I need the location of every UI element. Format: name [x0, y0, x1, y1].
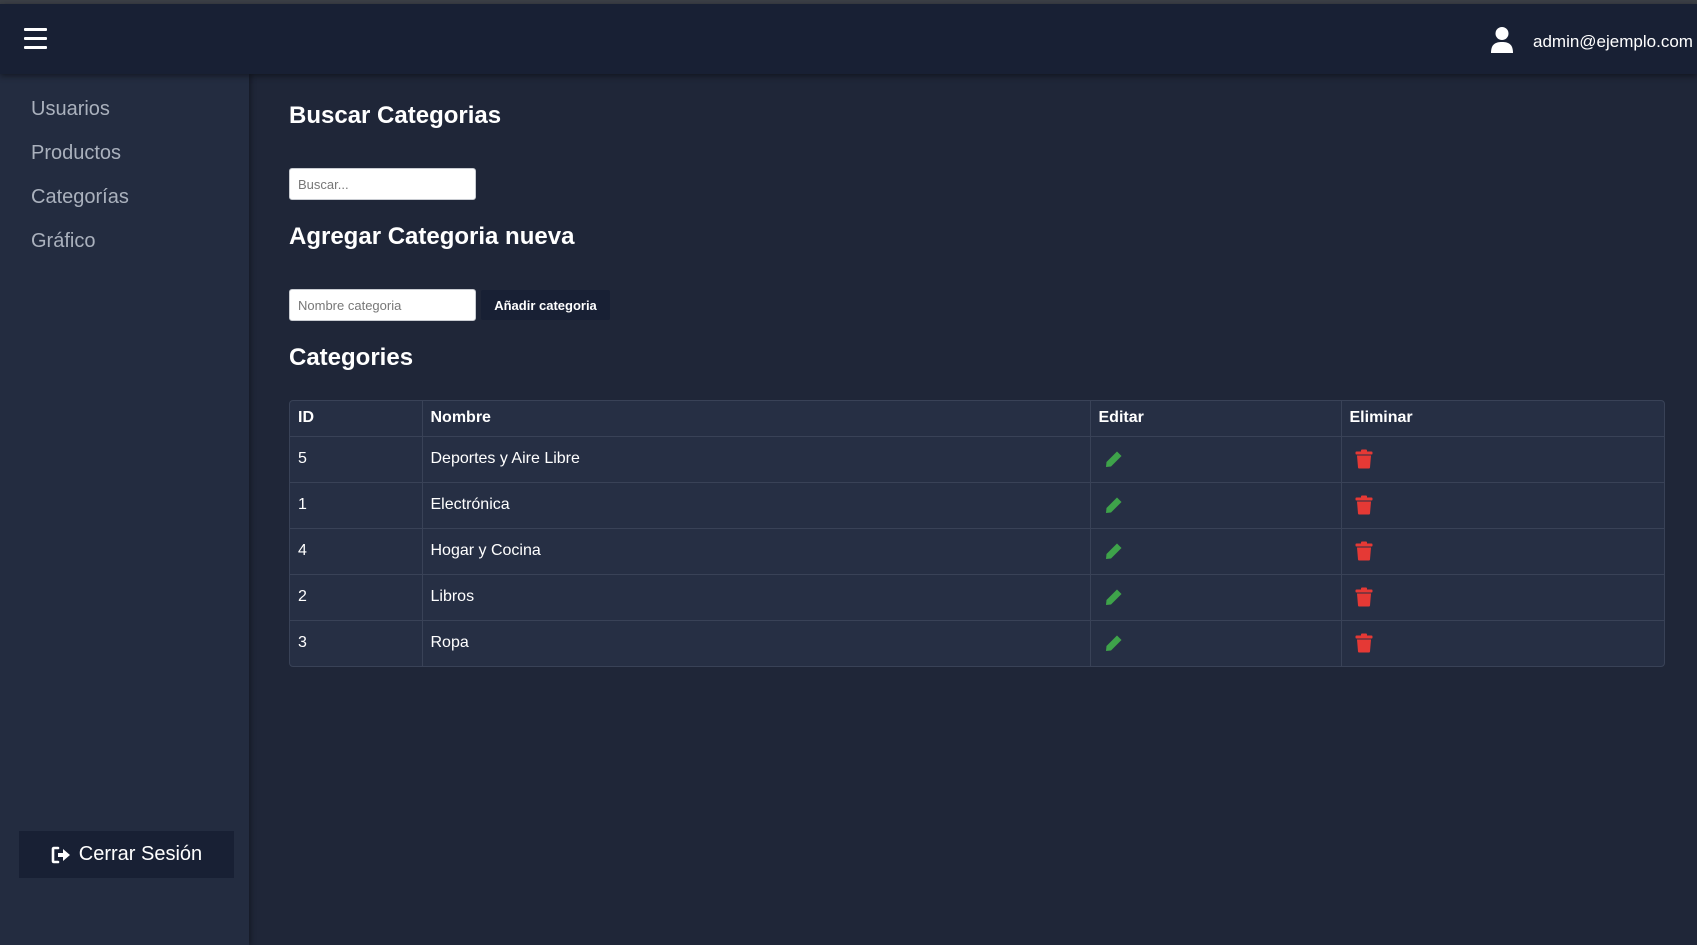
cell-nombre: Deportes y Aire Libre — [422, 436, 1091, 483]
sidebar-item-productos[interactable]: Productos — [31, 142, 121, 165]
cell-edit — [1090, 574, 1342, 621]
cell-edit — [1090, 436, 1342, 483]
table-row: 5 Deportes y Aire Libre — [290, 436, 1664, 483]
cell-nombre: Hogar y Cocina — [422, 528, 1091, 575]
table-row: 3 Ropa — [290, 620, 1664, 666]
sign-out-icon — [51, 846, 70, 863]
category-name-input[interactable] — [289, 289, 476, 321]
sidebar: Usuarios Productos Categorías Gráfico Ce… — [0, 74, 249, 945]
sidebar-item-grafico[interactable]: Gráfico — [31, 230, 95, 253]
add-category-button[interactable]: Añadir categoria — [481, 290, 610, 320]
sidebar-item-categorias[interactable]: Categorías — [31, 186, 129, 209]
cell-id: 2 — [290, 574, 423, 621]
user-icon[interactable] — [1490, 26, 1514, 54]
categories-table-title: Categories — [289, 344, 414, 371]
trash-icon[interactable] — [1355, 587, 1373, 607]
table-header-row: ID Nombre Editar Eliminar — [290, 401, 1664, 437]
trash-icon[interactable] — [1355, 495, 1373, 515]
table-row: 4 Hogar y Cocina — [290, 528, 1664, 575]
cell-delete — [1341, 436, 1664, 483]
cell-delete — [1341, 620, 1664, 666]
logout-button[interactable]: Cerrar Sesión — [19, 831, 234, 878]
pencil-icon[interactable] — [1104, 495, 1124, 515]
table-row: 1 Electrónica — [290, 482, 1664, 529]
column-header-nombre: Nombre — [422, 401, 1091, 437]
trash-icon[interactable] — [1355, 633, 1373, 653]
cell-id: 4 — [290, 528, 423, 575]
main-content: Buscar Categorias Agregar Categoria nuev… — [249, 74, 1697, 945]
cell-edit — [1090, 620, 1342, 666]
cell-nombre: Libros — [422, 574, 1091, 621]
sidebar-item-usuarios[interactable]: Usuarios — [31, 98, 110, 121]
cell-delete — [1341, 574, 1664, 621]
user-email[interactable]: admin@ejemplo.com — [1533, 32, 1693, 52]
pencil-icon[interactable] — [1104, 633, 1124, 653]
search-section-title: Buscar Categorias — [289, 102, 502, 129]
hamburger-menu-icon[interactable] — [24, 28, 47, 49]
pencil-icon[interactable] — [1104, 587, 1124, 607]
cell-delete — [1341, 482, 1664, 529]
cell-id: 3 — [290, 620, 423, 666]
table-row: 2 Libros — [290, 574, 1664, 621]
column-header-id: ID — [290, 401, 423, 437]
trash-icon[interactable] — [1355, 449, 1373, 469]
cell-id: 1 — [290, 482, 423, 529]
column-header-editar: Editar — [1090, 401, 1342, 437]
pencil-icon[interactable] — [1104, 541, 1124, 561]
cell-edit — [1090, 528, 1342, 575]
cell-nombre: Ropa — [422, 620, 1091, 666]
search-input[interactable] — [289, 168, 476, 200]
cell-edit — [1090, 482, 1342, 529]
logout-label: Cerrar Sesión — [78, 843, 203, 865]
pencil-icon[interactable] — [1104, 449, 1124, 469]
categories-table: ID Nombre Editar Eliminar 5 Deportes y A… — [289, 400, 1665, 667]
trash-icon[interactable] — [1355, 541, 1373, 561]
cell-nombre: Electrónica — [422, 482, 1091, 529]
column-header-eliminar: Eliminar — [1341, 401, 1664, 437]
add-section-title: Agregar Categoria nueva — [289, 223, 575, 250]
top-navbar: admin@ejemplo.com — [0, 4, 1697, 74]
cell-id: 5 — [290, 436, 423, 483]
cell-delete — [1341, 528, 1664, 575]
